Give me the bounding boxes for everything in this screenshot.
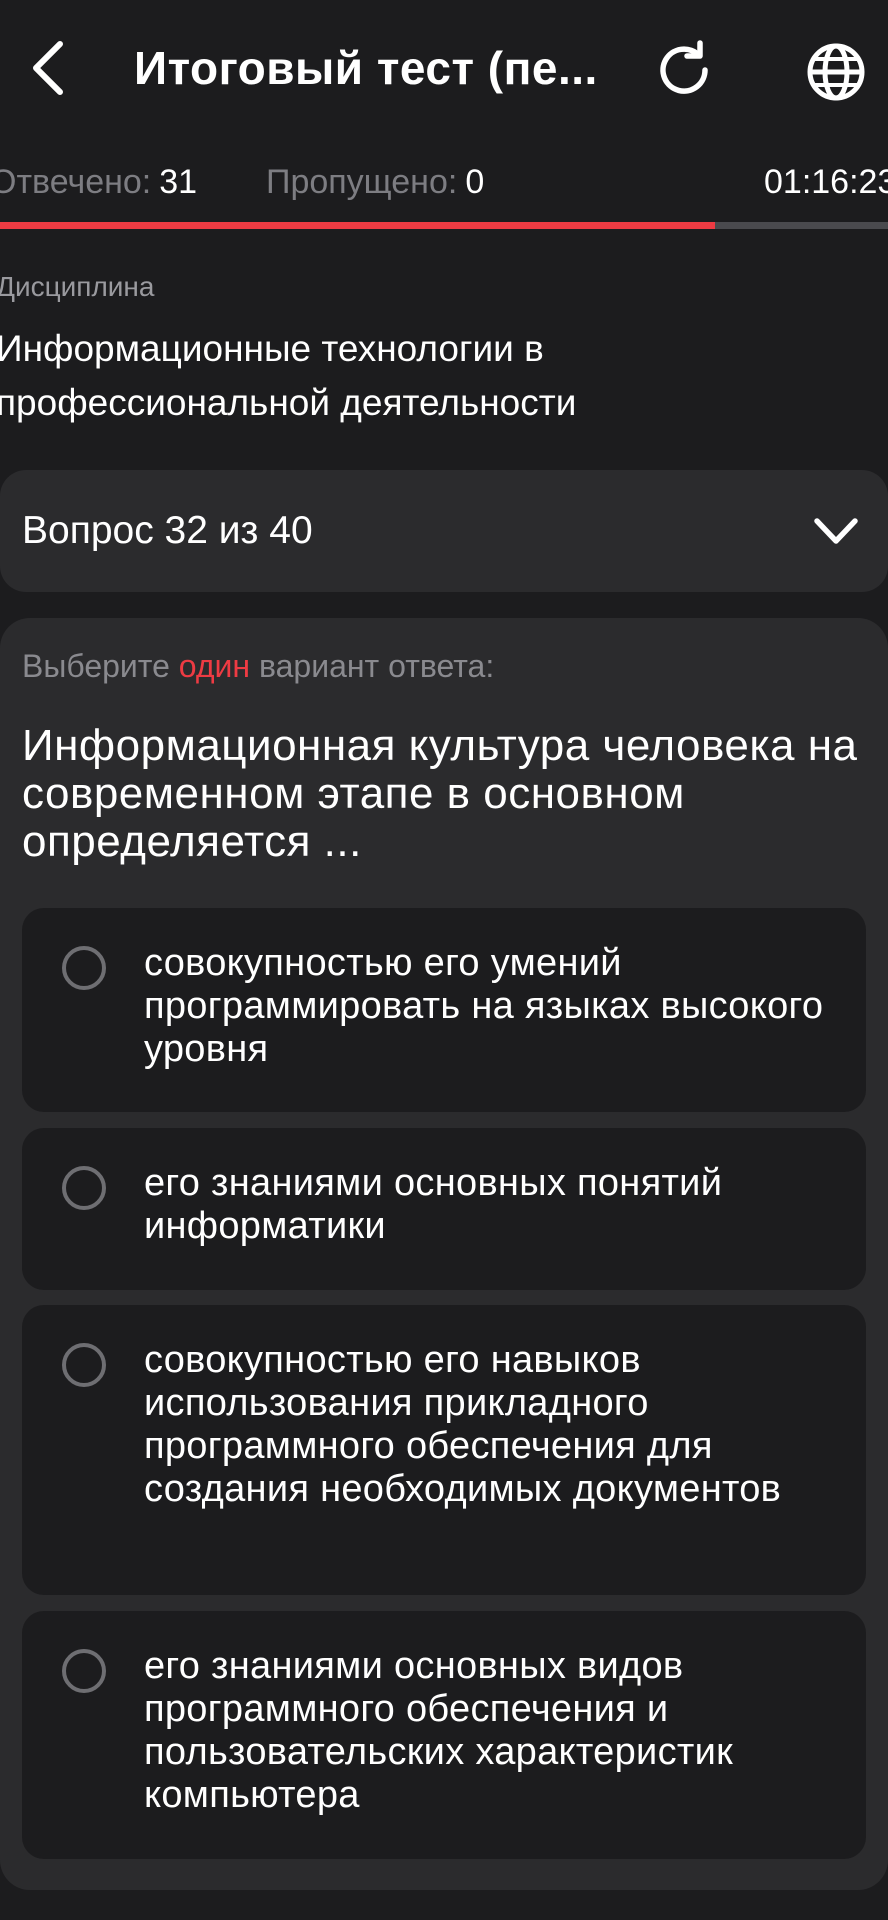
test-stats: Отвечено: 31 Пропущено: 0 01:16:23	[0, 160, 888, 204]
instruction-suffix: вариант ответа:	[250, 648, 495, 684]
progress-fill	[0, 222, 715, 229]
refresh-icon	[660, 40, 708, 94]
question-selector[interactable]: Вопрос 32 из 40	[0, 470, 888, 592]
instruction-accent: один	[178, 648, 251, 684]
skipped-label: Пропущено:	[266, 163, 458, 201]
answer-option[interactable]: совокупностью его навыков использования …	[22, 1305, 866, 1595]
question-card: Выберите один вариант ответа: Информацио…	[0, 618, 888, 1890]
answered-value: 31	[159, 163, 198, 201]
question-number: Вопрос 32 из 40	[22, 509, 313, 552]
language-button[interactable]	[800, 36, 872, 108]
radio-button[interactable]	[62, 1343, 106, 1387]
radio-button[interactable]	[62, 1649, 106, 1693]
radio-button[interactable]	[62, 1166, 106, 1210]
answered-label: Отвечено:	[0, 163, 152, 201]
answer-instruction: Выберите один вариант ответа:	[22, 646, 494, 686]
answer-option[interactable]: его знаниями основных видов программного…	[22, 1611, 866, 1859]
top-bar: Итоговый тест (пе...	[0, 0, 888, 140]
answer-option-text: совокупностью его умений программировать…	[144, 942, 824, 1070]
expand-button[interactable]	[808, 508, 864, 554]
progress-bar	[0, 222, 888, 229]
chevron-down-icon	[814, 518, 858, 544]
skipped-value: 0	[465, 163, 485, 201]
answer-option-text: совокупностью его навыков использования …	[144, 1339, 782, 1510]
back-button[interactable]	[22, 32, 74, 104]
skipped-counter: Пропущено: 0	[266, 160, 484, 204]
answer-option[interactable]: совокупностью его умений программировать…	[22, 908, 866, 1112]
page-title: Итоговый тест (пе...	[134, 42, 598, 94]
instruction-prefix: Выберите	[22, 648, 179, 684]
answer-option-text: его знаниями основных видов программного…	[144, 1645, 734, 1816]
discipline-label: Дисциплина	[0, 271, 155, 302]
chevron-left-icon	[33, 41, 63, 95]
timer: 01:16:23	[764, 163, 888, 201]
answer-option-text: его знаниями основных понятий информатик…	[144, 1162, 723, 1247]
globe-icon	[807, 43, 865, 101]
radio-button[interactable]	[62, 946, 106, 990]
question-text: Информационная культура человека на совр…	[22, 721, 858, 866]
answered-counter: Отвечено: 31	[0, 160, 197, 204]
refresh-button[interactable]	[650, 36, 718, 104]
discipline-name: Информационные технологии в профессионал…	[0, 328, 577, 423]
answer-option[interactable]: его знаниями основных понятий информатик…	[22, 1128, 866, 1290]
